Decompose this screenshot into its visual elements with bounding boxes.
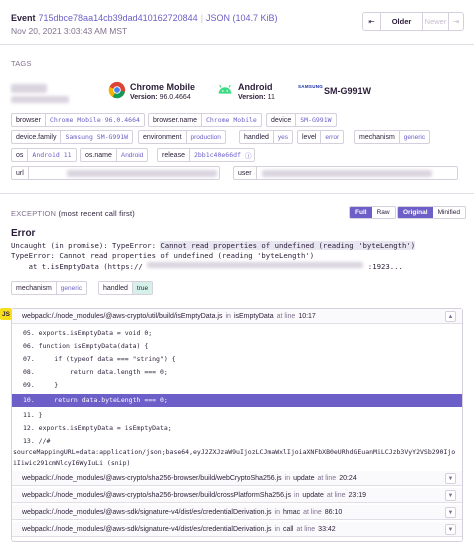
code-line: 09. }: [23, 381, 59, 389]
full-button[interactable]: Full: [350, 207, 372, 218]
newer-button[interactable]: Newer: [423, 13, 449, 30]
code-line: 06. function isEmptyData(data) {: [23, 342, 149, 350]
event-label: Event: [11, 13, 36, 23]
user-name-redacted: [11, 84, 47, 93]
frame-row[interactable]: webpack:/./node_modules/@aws-sdk/signatu…: [12, 505, 462, 520]
os-context: Android Version: 11: [216, 80, 286, 106]
frame-row[interactable]: webpack:/./node_modules/@aws-crypto/sha2…: [12, 471, 462, 486]
event-header: Event 715dbce78aa14cb39dad410162720844 | JS…: [0, 0, 474, 45]
stack-trace: Uncaught (in promise): TypeError: Cannot…: [11, 241, 416, 271]
json-link[interactable]: JSON (104.7 KiB): [206, 13, 278, 23]
javascript-icon: JS: [0, 308, 12, 320]
last-event-button[interactable]: ⇥: [449, 13, 463, 30]
tag-browser-name[interactable]: browser.name Chrome Mobile: [148, 113, 262, 127]
code-line: 05. exports.isEmptyData = void 0;: [23, 329, 153, 337]
minified-button[interactable]: Minified: [433, 207, 465, 218]
first-event-button[interactable]: ⇤: [363, 13, 381, 30]
original-button[interactable]: Original: [398, 207, 433, 218]
device-context: SAMSUNG SM-G991W: [298, 80, 378, 106]
event-timestamp: Nov 20, 2021 3:03:43 AM MST: [11, 26, 128, 36]
device-name: SM-G991W: [324, 86, 372, 96]
frame-row-main[interactable]: webpack:/./node_modules/@aws-crypto/util…: [12, 309, 462, 324]
exception-mechanism[interactable]: mechanism generic: [11, 281, 88, 295]
exception-handled[interactable]: handled true: [98, 281, 154, 295]
tag-device[interactable]: device SM-G991W: [266, 113, 337, 127]
section-divider: [0, 193, 474, 194]
frame-row[interactable]: webpack:/./node_modules/@aws-sdk/signatu…: [12, 522, 462, 537]
tag-level[interactable]: level error: [297, 130, 345, 144]
expand-icon[interactable]: ▼: [445, 473, 456, 484]
last-icon: ⇥: [452, 17, 460, 26]
raw-button[interactable]: Raw: [372, 207, 395, 218]
user-context: [11, 80, 81, 106]
collapse-icon[interactable]: ▲: [445, 311, 456, 322]
first-icon: ⇤: [368, 17, 375, 26]
tags-title: TAGS: [11, 59, 32, 68]
chrome-icon: [108, 81, 126, 99]
browser-name: Chrome Mobile: [130, 82, 196, 92]
full-raw-toggle: Full Raw: [349, 206, 396, 219]
os-name: Android: [238, 82, 273, 92]
exception-title: EXCEPTION (most recent call first): [11, 209, 135, 218]
trace-url-redacted: [146, 262, 363, 268]
tag-handled[interactable]: handled yes: [239, 130, 294, 144]
browser-version: Version: 96.0.4664: [130, 94, 191, 101]
user-redacted: [262, 170, 432, 177]
event-navigation: ⇤ Older Newer ⇥: [362, 12, 464, 31]
stack-frames: webpack:/./node_modules/@aws-crypto/util…: [11, 308, 463, 542]
code-line: 07. if (typeof data === "string") {: [23, 355, 176, 363]
browser-context: Chrome Mobile Version: 96.0.4664: [108, 80, 198, 106]
expand-icon[interactable]: ▼: [445, 490, 456, 501]
samsung-logo: SAMSUNG: [298, 84, 324, 89]
user-id-redacted: [11, 96, 69, 103]
info-icon[interactable]: ⓘ: [245, 149, 254, 161]
tag-release[interactable]: release 2bb1c40e66df ⓘ: [157, 148, 256, 162]
frame-row[interactable]: webpack:/./node_modules/@aws-crypto/sha2…: [12, 488, 462, 503]
code-line: 11. }: [23, 411, 43, 419]
separator: |: [200, 13, 204, 23]
expand-icon[interactable]: ▼: [445, 524, 456, 535]
code-line-active: 10. return data.byteLength === 0;: [12, 394, 462, 407]
older-button[interactable]: Older: [381, 13, 423, 30]
os-version: Version: 11: [238, 94, 275, 101]
error-title: Error: [11, 228, 36, 239]
tag-url[interactable]: url: [11, 166, 220, 180]
tag-browser[interactable]: browser Chrome Mobile 96.0.4664: [11, 113, 145, 127]
event-id-link[interactable]: 715dbce78aa14cb39dad410162720844: [39, 13, 198, 23]
original-minified-toggle: Original Minified: [397, 206, 466, 219]
tag-environment[interactable]: environment production: [138, 130, 226, 144]
tag-os[interactable]: os Android 11: [11, 148, 77, 162]
tag-user[interactable]: user: [233, 166, 458, 180]
code-line: 12. exports.isEmptyData = isEmptyData;: [23, 424, 172, 432]
expand-icon[interactable]: ▼: [445, 507, 456, 518]
android-icon: [218, 84, 232, 94]
url-redacted: [67, 170, 217, 177]
tag-device-family[interactable]: device.family Samsung SM-G991W: [11, 130, 134, 144]
event-id-line: Event 715dbce78aa14cb39dad410162720844 | JS…: [11, 13, 278, 23]
tag-mechanism[interactable]: mechanism generic: [354, 130, 431, 144]
code-line: 08. return data.length === 0;: [23, 368, 168, 376]
tag-os-name[interactable]: os.name Android: [80, 148, 149, 162]
code-line-sourcemap: sourceMappingURL=data:application/json;b…: [13, 448, 456, 467]
